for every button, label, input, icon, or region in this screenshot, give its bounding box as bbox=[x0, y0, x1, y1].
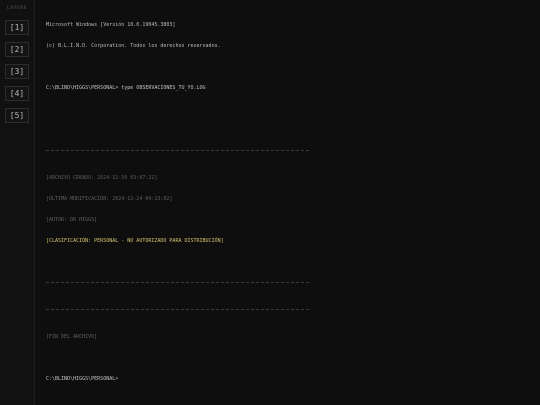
layer-button-4[interactable]: [4] bbox=[5, 86, 29, 101]
layers-title: LAYERS bbox=[7, 6, 27, 11]
created-meta-line: [ARCHIVO CREADO: 2024-12-10 03:07:22] bbox=[46, 175, 158, 181]
os-version-line: Microsoft Windows [Versión 10.0.19045.38… bbox=[46, 22, 176, 28]
separator-line bbox=[46, 282, 309, 287]
terminal-output: Microsoft Windows [Versión 10.0.19045.38… bbox=[46, 8, 516, 390]
layer-button-1[interactable]: [1] bbox=[5, 20, 29, 35]
command-line: C:\BLIND\HIGGS\PERSONAL> type OBSERVACIO… bbox=[46, 85, 206, 91]
layer-button-3[interactable]: [3] bbox=[5, 64, 29, 79]
layers-sidebar: LAYERS [1] [2] [3] [4] [5] bbox=[0, 0, 35, 405]
separator-line bbox=[46, 309, 309, 314]
classification-line: [CLASIFICACIÓN: PERSONAL - NO AUTORIZADO… bbox=[46, 238, 224, 244]
layer-button-5[interactable]: [5] bbox=[5, 108, 29, 123]
layer-button-2[interactable]: [2] bbox=[5, 42, 29, 57]
author-meta-line: [AUTOR: DR HIGGS] bbox=[46, 217, 98, 223]
copyright-line: (c) B.L.I.N.D. Corporation. Todos los de… bbox=[46, 43, 221, 49]
end-of-file-line: [FIN DEL ARCHIVO] bbox=[46, 334, 98, 340]
modified-meta-line: [ÚLTIMA MODIFICACIÓN: 2024-12-24 04:13:0… bbox=[46, 196, 173, 202]
final-prompt-line[interactable]: C:\BLIND\HIGGS\PERSONAL> bbox=[46, 376, 516, 383]
separator-line bbox=[46, 150, 309, 155]
